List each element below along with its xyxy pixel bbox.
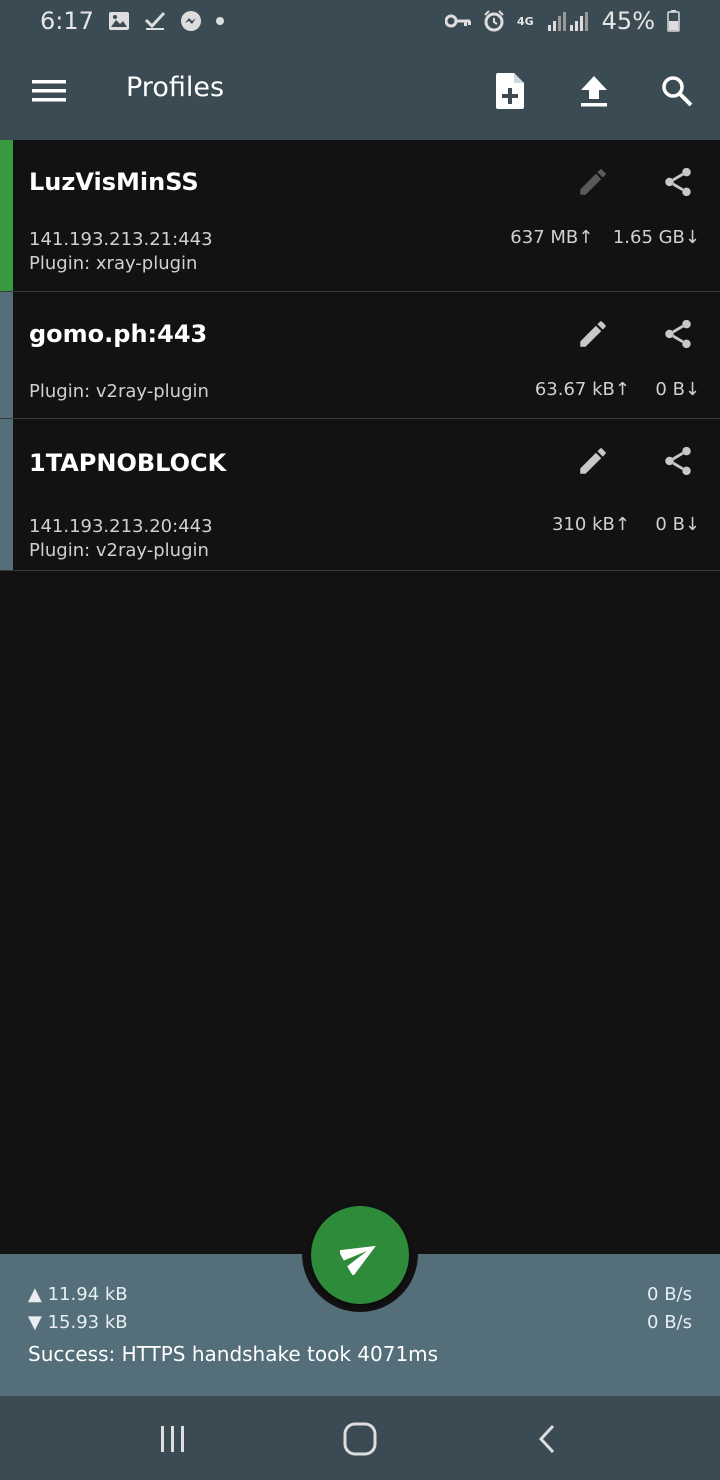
status-time: 6:17 (40, 7, 94, 35)
profile-row-luzvisminss[interactable]: LuzVisMinSS 141.193.213.21:443 Plugin: x… (0, 140, 720, 292)
back-icon[interactable] (517, 1414, 577, 1464)
edit-icon[interactable] (571, 439, 615, 483)
profile-server: 141.193.213.20:443 (29, 516, 213, 537)
share-icon[interactable] (656, 312, 700, 356)
upload-rate: 0 B/s (647, 1284, 692, 1305)
connect-button[interactable] (311, 1206, 409, 1304)
traffic-rx: 0 B↓ (655, 379, 700, 400)
profile-list: LuzVisMinSS 141.193.213.21:443 Plugin: x… (0, 140, 720, 571)
selected-indicator (0, 140, 13, 291)
download-rate: 0 B/s (647, 1312, 692, 1333)
network-type: 4G (516, 14, 534, 28)
page-title: Profiles (126, 72, 225, 103)
profile-plugin: Plugin: xray-plugin (29, 253, 198, 274)
row-indicator (0, 419, 13, 570)
profile-plugin: Plugin: v2ray-plugin (29, 381, 209, 402)
add-file-icon[interactable] (485, 66, 535, 116)
profile-name: gomo.ph:443 (29, 320, 208, 348)
signal-icon (546, 11, 590, 31)
edit-icon[interactable] (571, 160, 615, 204)
menu-icon[interactable] (24, 66, 74, 116)
battery-percent: 45% (601, 7, 655, 35)
check-icon (144, 11, 166, 31)
search-icon[interactable] (652, 66, 702, 116)
alarm-icon (483, 10, 505, 32)
notification-dot (215, 17, 224, 25)
profile-name: 1TAPNOBLOCK (29, 449, 227, 477)
recent-apps-icon[interactable] (143, 1414, 203, 1464)
home-icon[interactable] (330, 1414, 390, 1464)
messenger-icon (180, 10, 202, 32)
traffic-rx: 1.65 GB↓ (612, 227, 700, 248)
traffic-tx: 310 kB↑ (551, 514, 630, 535)
downloaded-total: ▼ 15.93 kB (28, 1312, 128, 1333)
profile-traffic: 310 kB↑ 0 B↓ (552, 514, 700, 535)
share-icon[interactable] (656, 160, 700, 204)
traffic-tx: 637 MB↑ (510, 227, 594, 248)
app-toolbar: Profiles (0, 42, 720, 140)
profile-row-1tapnoblock[interactable]: 1TAPNOBLOCK 141.193.213.20:443 Plugin: v… (0, 419, 720, 571)
traffic-rx: 0 B↓ (655, 514, 700, 535)
uploaded-total: ▲ 11.94 kB (28, 1284, 128, 1305)
profile-traffic: 63.67 kB↑ 0 B↓ (535, 379, 700, 400)
paper-plane-icon (340, 1235, 380, 1275)
profile-name: LuzVisMinSS (29, 168, 199, 196)
profile-row-gomo[interactable]: gomo.ph:443 Plugin: v2ray-plugin 63.67 k… (0, 292, 720, 419)
profile-traffic: 637 MB↑ 1.65 GB↓ (510, 227, 700, 248)
traffic-tx: 63.67 kB↑ (534, 379, 630, 400)
vpn-key-icon (444, 13, 471, 29)
profile-plugin: Plugin: v2ray-plugin (29, 540, 209, 561)
gallery-icon (108, 11, 130, 31)
system-nav-bar (0, 1396, 720, 1480)
profile-server: 141.193.213.21:443 (29, 229, 213, 250)
edit-icon[interactable] (571, 312, 615, 356)
status-bar: 6:17 4G 45% (0, 0, 720, 42)
share-icon[interactable] (656, 439, 700, 483)
row-indicator (0, 292, 13, 418)
connection-test-result[interactable]: Success: HTTPS handshake took 4071ms (28, 1342, 438, 1366)
upload-icon[interactable] (569, 66, 619, 116)
battery-icon (667, 10, 680, 32)
